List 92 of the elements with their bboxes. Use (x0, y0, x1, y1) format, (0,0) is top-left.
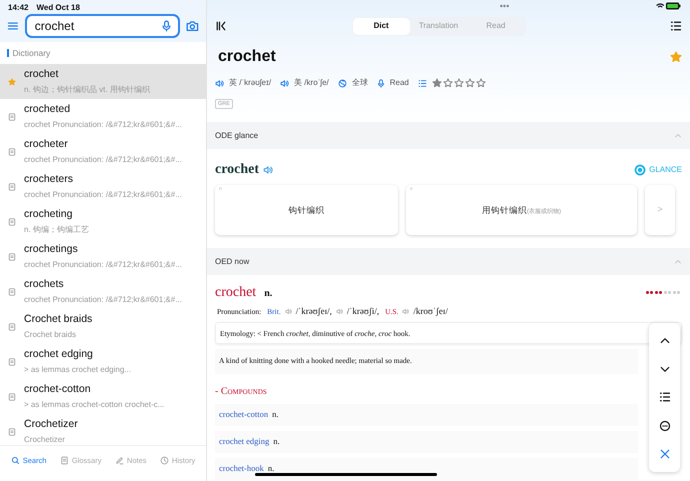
brand-label: GLANCE (649, 164, 682, 176)
document-icon (8, 148, 16, 156)
document-icon (8, 392, 16, 400)
speaker-icon[interactable] (284, 308, 293, 316)
document-icon (8, 358, 16, 366)
document-icon (8, 112, 16, 120)
glossary-icon (60, 456, 69, 466)
globe-icon[interactable] (338, 78, 347, 88)
entry-word: crochet edging (24, 346, 94, 362)
entry-summary: crochet Pronunciation: /&#712;kr&#601;&#... (24, 154, 182, 166)
speaker-icon[interactable] (334, 308, 344, 316)
wifi-battery-icon (656, 2, 682, 10)
entry-word: crochetings (24, 242, 79, 257)
compound-link[interactable]: crochet-hook (219, 462, 264, 475)
entry-word: Crochet braids (24, 312, 92, 327)
star-icon (454, 78, 464, 88)
compound-link[interactable]: crochet edging (219, 435, 270, 448)
sidebar-collapse-icon[interactable] (215, 20, 227, 32)
entry-summary: Crochetizer (24, 434, 66, 445)
headword: crochet (215, 284, 256, 302)
document-icon (8, 428, 16, 436)
tab[interactable]: Dict (352, 18, 410, 34)
history-icon (160, 456, 169, 466)
entry-summary: n. 钩编；钩编工艺 (24, 224, 89, 236)
phonetic: 美 /kroˈʃe/ (294, 77, 329, 89)
entry-summary: crochet Pronunciation: /&#712;kr&#601;&#... (24, 294, 182, 306)
microphone-icon[interactable] (161, 20, 172, 32)
meaning-text: 钩针编织 (288, 204, 324, 216)
entry-summary: crochet Pronunciation: /&#712;kr&#601;&#... (24, 119, 182, 132)
section-label: Dictionary (12, 46, 50, 60)
document-icon (8, 182, 16, 190)
rating-stars[interactable] (432, 78, 486, 88)
phonetic: /ˈkrəʊʃeɪ/, (296, 305, 332, 318)
favorite-star-icon[interactable] (670, 51, 682, 63)
list-icon[interactable] (670, 20, 682, 32)
entry-word: crocheter (24, 136, 69, 152)
status-date: Wed Oct 18 (36, 2, 80, 12)
notes-icon (114, 456, 124, 466)
headword: crochet (218, 47, 276, 67)
star-icon (476, 78, 486, 88)
read-label: Read (390, 77, 409, 89)
more-icon[interactable] (658, 420, 670, 432)
entry-word: Crochetizer (24, 416, 78, 432)
phonetic: /kroʊˈʃeɪ/ (413, 305, 448, 318)
document-icon (8, 252, 16, 260)
section-header[interactable]: ODE glance (207, 122, 690, 149)
camera-icon[interactable] (186, 20, 199, 32)
compound-link[interactable]: crochet-cotton (219, 408, 268, 421)
document-icon (8, 288, 16, 296)
speaker-icon[interactable] (215, 78, 224, 88)
part-of-speech: n. (272, 408, 278, 421)
list-item[interactable]: crochet n. 钩边；钩针编织品 vt. 用钩针编织 (0, 64, 206, 99)
entry-summary: > as lemmas crochet edging... (24, 364, 131, 376)
section-header[interactable]: OED now (207, 248, 690, 275)
target-icon (634, 164, 646, 176)
entry-word: crochet (24, 66, 60, 82)
entry-summary: crochet Pronunciation: /&#712;kr&#601;&#... (24, 189, 182, 202)
phonetic: 英 /ˈkrəʊʃeɪ/ (229, 77, 272, 89)
section-title: ODE glance (215, 130, 258, 142)
headword: crochet (215, 161, 260, 179)
speaker-icon[interactable] (401, 308, 410, 316)
star-icon (464, 78, 475, 88)
section-heading: - Compounds (215, 384, 268, 398)
entry-summary: n. 钩边；钩针编织品 vt. 用钩针编织 (24, 84, 150, 96)
search-icon (10, 456, 20, 466)
speaker-icon[interactable] (280, 78, 290, 88)
speaker-icon[interactable] (263, 164, 274, 174)
search-field[interactable]: crochet (24, 14, 180, 38)
star-icon (8, 78, 16, 86)
entry-word: crocheting (24, 206, 74, 222)
entry-word: crocheted (24, 102, 72, 117)
part-of-speech: n. (264, 287, 272, 301)
region-label: 全球 (352, 77, 368, 89)
menu-icon[interactable] (7, 20, 19, 32)
entry-word: crocheters (24, 172, 74, 187)
star-icon (432, 78, 442, 88)
entry-summary: crochet Pronunciation: /&#712;kr&#601;&#... (24, 259, 182, 272)
section-title: OED now (215, 256, 250, 268)
entry-word: crochets (24, 276, 65, 292)
star-icon (442, 78, 453, 88)
part-of-speech: n. (273, 435, 280, 448)
part-of-speech: n. (268, 462, 274, 475)
status-time: 14:42 (8, 2, 28, 12)
document-icon (8, 322, 16, 330)
entry-word: crochet-cotton (24, 382, 92, 397)
microphone-icon[interactable] (376, 78, 385, 88)
entry-summary: > as lemmas crochet-cotton crochet-c... (24, 399, 164, 412)
document-icon (8, 218, 16, 226)
entry-summary: Crochet braids (24, 329, 78, 342)
list-icon[interactable] (658, 391, 670, 404)
close-icon[interactable] (658, 448, 670, 460)
phonetic: /ˈkrəʊʃi/, (346, 305, 380, 318)
